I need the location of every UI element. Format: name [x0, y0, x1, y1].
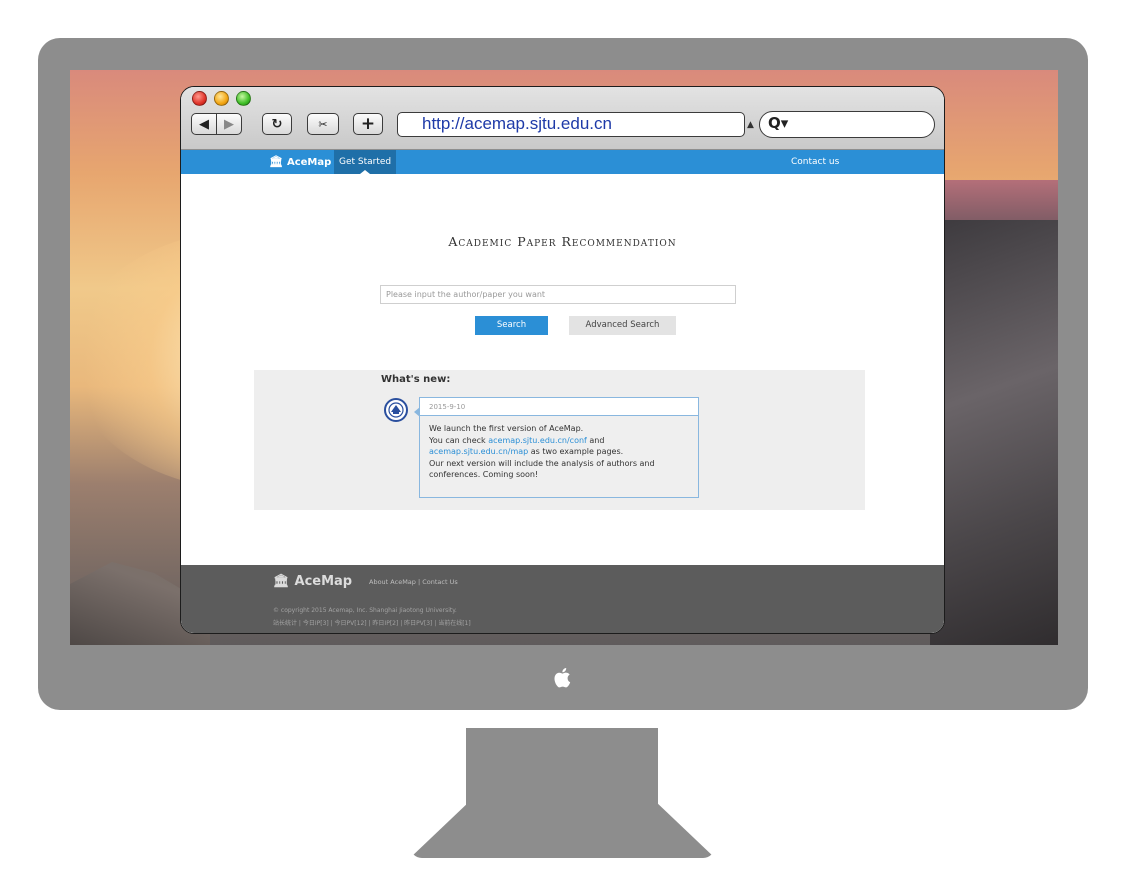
plus-icon: + — [360, 114, 376, 134]
news-line: Our next version will include the analys… — [429, 458, 655, 480]
nav-brand-link[interactable]: 🏛 AceMap — [269, 150, 331, 174]
footer-brand[interactable]: 🏛 AceMap — [273, 574, 352, 589]
wallpaper-cliff — [930, 220, 1058, 645]
reload-button[interactable]: ↻ — [262, 113, 292, 135]
scissors-icon: ✂ — [318, 117, 328, 131]
back-button[interactable]: ◀ — [191, 113, 217, 135]
news-line: We launch the first version of AceMap. — [429, 424, 584, 433]
page-title: Academic Paper Recommendation — [448, 234, 677, 249]
bank-building-icon: 🏛 — [273, 574, 290, 589]
minimize-window-button[interactable] — [214, 91, 229, 106]
new-tab-button[interactable]: + — [353, 113, 383, 135]
news-line: acemap.sjtu.edu.cn/map as two example pa… — [429, 446, 689, 458]
paper-search-input[interactable]: Please input the author/paper you want — [380, 285, 736, 304]
whats-new-heading: What's new: — [381, 374, 451, 385]
news-text: You can check — [429, 435, 489, 445]
advanced-search-button[interactable]: Advanced Search — [569, 316, 676, 335]
news-text: and — [586, 435, 605, 445]
apple-logo-icon — [552, 667, 572, 689]
active-nav-caret-icon — [360, 170, 370, 174]
footer-copyright: © copyright 2015 Acemap, Inc. Shanghai J… — [273, 607, 457, 614]
footer-links[interactable]: About AceMap | Contact Us — [369, 578, 458, 586]
news-line: You can check acemap.sjtu.edu.cn/conf an… — [429, 435, 689, 447]
site-footer: 🏛 AceMap About AceMap | Contact Us © copy… — [181, 565, 944, 633]
zoom-window-button[interactable] — [236, 91, 251, 106]
news-item: 2015-9-10 We launch the first version of… — [414, 397, 699, 498]
conf-link[interactable]: acemap.sjtu.edu.cn/conf — [488, 436, 587, 445]
web-page: 🏛 AceMap Get Started Contact us Academic … — [181, 150, 944, 633]
news-text: as two example pages. — [528, 447, 624, 456]
nav-item-contact[interactable]: Contact us — [791, 150, 839, 174]
whats-new-section: What's new: 2015-9-10 We launch the firs… — [254, 370, 865, 510]
magnifier-icon: Q▾ — [768, 114, 789, 132]
desktop-mockup: ◀ ▶ ↻ ✂ + http://acemap.sjtu.edu.cn ▲ Q▾… — [0, 0, 1125, 895]
forward-button[interactable]: ▶ — [216, 113, 242, 135]
nav-brand-label: AceMap — [286, 157, 332, 168]
apple-logo-svg — [554, 668, 571, 688]
bank-building-icon: 🏛 — [269, 155, 283, 168]
close-window-button[interactable] — [192, 91, 207, 106]
monitor-stand-base — [410, 800, 715, 858]
snippet-button[interactable]: ✂ — [307, 113, 339, 135]
forward-arrow-icon: ▶ — [224, 116, 234, 132]
address-bar[interactable]: http://acemap.sjtu.edu.cn — [397, 112, 745, 137]
news-body: We launch the first version of AceMap. Y… — [420, 416, 698, 481]
address-url: http://acemap.sjtu.edu.cn — [422, 114, 612, 133]
map-link[interactable]: acemap.sjtu.edu.cn/map — [429, 447, 528, 456]
browser-window: ◀ ▶ ↻ ✂ + http://acemap.sjtu.edu.cn ▲ Q▾… — [180, 86, 945, 634]
sjtu-seal-svg — [388, 402, 404, 418]
sjtu-seal-icon — [384, 398, 408, 422]
news-date: 2015-9-10 — [420, 398, 698, 416]
browser-toolbar: ◀ ▶ ↻ ✂ + http://acemap.sjtu.edu.cn ▲ Q▾ — [181, 87, 944, 150]
search-button[interactable]: Search — [475, 316, 548, 335]
back-arrow-icon: ◀ — [199, 116, 209, 132]
footer-brand-label: AceMap — [294, 574, 353, 589]
news-pointer — [414, 407, 420, 417]
browser-search-field[interactable]: Q▾ — [759, 111, 935, 138]
reload-icon: ↻ — [271, 116, 283, 132]
footer-stats: 站长统计 | 今日IP[3] | 今日PV[12] | 昨日IP[2] | 昨日… — [273, 620, 471, 627]
top-navbar: 🏛 AceMap Get Started Contact us — [181, 150, 944, 174]
address-dropdown-icon[interactable]: ▲ — [747, 120, 754, 130]
